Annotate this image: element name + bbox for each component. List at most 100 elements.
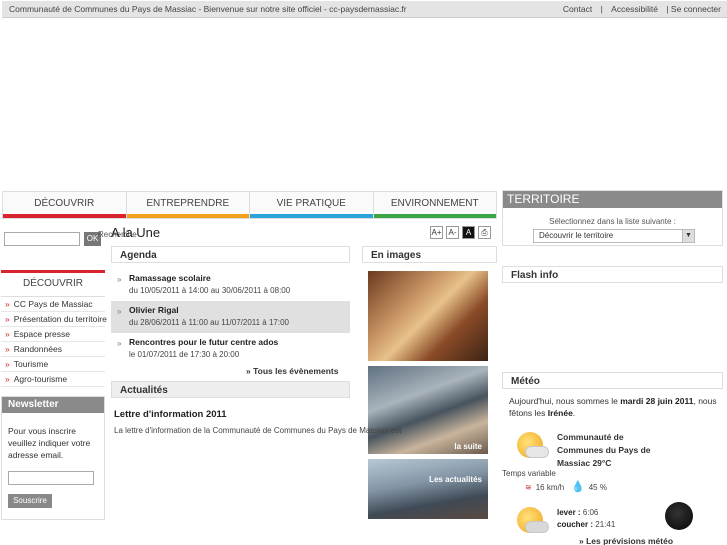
- event-date: le 01/07/2011 de 17:30 à 20:00: [129, 350, 240, 359]
- photo-thumbnail[interactable]: [368, 271, 488, 361]
- photo-thumbnail[interactable]: Les actualités: [368, 459, 488, 519]
- menu-item-label: Randonnées: [13, 344, 62, 354]
- event-title: Olivier Rigal: [129, 305, 179, 315]
- nav-environnement[interactable]: ENVIRONNEMENT: [373, 192, 496, 218]
- sunrise-icon: [515, 505, 549, 539]
- newsletter-title: Newsletter: [2, 397, 104, 413]
- all-events-link[interactable]: » Tous les évènements: [246, 366, 338, 376]
- chevron-right-icon: »: [5, 314, 10, 324]
- search-input[interactable]: [4, 232, 80, 246]
- territoire-title: TERRITOIRE: [503, 191, 722, 208]
- nav-vie-pratique[interactable]: VIE PRATIQUE: [250, 192, 374, 218]
- nav-label: DÉCOUVRIR: [34, 198, 95, 209]
- top-bar: Communauté de Communes du Pays de Massia…: [2, 1, 727, 18]
- wind-speed: 16 km/h: [535, 483, 565, 492]
- nav-label: ENTREPRENDRE: [146, 198, 230, 209]
- event-title: Ramassage scolaire: [129, 273, 211, 283]
- print-icon[interactable]: ⎙: [478, 226, 491, 239]
- event-item[interactable]: » Rencontres pour le futur centre ados l…: [111, 333, 350, 365]
- partly-cloudy-icon: [515, 430, 549, 464]
- sunset-label: coucher :: [557, 520, 594, 529]
- font-decrease-button[interactable]: A-: [446, 226, 459, 239]
- menu-item-label: Espace presse: [13, 329, 70, 339]
- nav-label: ENVIRONNEMENT: [390, 198, 479, 209]
- chevron-right-icon: »: [117, 275, 122, 284]
- wind-info: ≋ 16 km/h: [525, 483, 564, 492]
- subscribe-button[interactable]: Souscrire: [8, 494, 52, 508]
- photo-thumbnail[interactable]: la suite: [368, 366, 488, 454]
- wind-icon: ≋: [525, 483, 532, 492]
- nav-decouvrir[interactable]: DÉCOUVRIR: [3, 192, 127, 218]
- newsletter-text: Pour vous inscrire veuillez indiquer vot…: [8, 426, 91, 460]
- email-field[interactable]: [8, 471, 94, 485]
- chevron-right-icon: »: [117, 307, 122, 316]
- event-item[interactable]: » Olivier Rigal du 28/06/2011 à 11:00 au…: [111, 301, 350, 333]
- chevron-right-icon: »: [117, 339, 122, 348]
- chevron-right-icon: »: [5, 359, 10, 369]
- territoire-hint: Sélectionnez dans la liste suivante :: [549, 217, 676, 226]
- menu-item[interactable]: » Agro-tourisme: [1, 372, 105, 387]
- menu-item[interactable]: » CC Pays de Massiac: [1, 297, 105, 312]
- images-box: En images: [362, 246, 497, 263]
- flash-title: Flash info: [502, 266, 723, 283]
- event-date: du 28/06/2011 à 11:00 au 11/07/2011 à 17…: [129, 318, 289, 327]
- news-section-title: Actualités: [111, 381, 350, 398]
- menu-item-label: CC Pays de Massiac: [13, 299, 93, 309]
- font-increase-button[interactable]: A+: [430, 226, 443, 239]
- humidity-info: 💧 45 %: [571, 480, 607, 493]
- menu-item[interactable]: » Espace presse: [1, 327, 105, 342]
- weather-condition: Temps variable: [502, 469, 556, 478]
- news-link[interactable]: Les actualités: [429, 475, 482, 484]
- top-links: Contact | Accessibilité | Se connecter: [557, 4, 721, 14]
- menu-item[interactable]: » Randonnées: [1, 342, 105, 357]
- menu-item-label: Tourisme: [13, 359, 49, 369]
- menu-item[interactable]: » Tourisme: [1, 357, 105, 372]
- nav-color-bar: [373, 214, 496, 218]
- news-box: Actualités: [111, 381, 350, 398]
- territoire-selected: Découvrir le territoire: [539, 231, 614, 240]
- menu-item[interactable]: » Présentation du territoire: [1, 312, 107, 327]
- news-body: La lettre d'information de la Communauté…: [114, 426, 402, 435]
- nav-color-bar: [3, 214, 126, 218]
- sunrise-label: lever :: [557, 508, 581, 517]
- more-link[interactable]: la suite: [454, 442, 482, 451]
- chevron-right-icon: »: [5, 329, 10, 339]
- nav-label: VIE PRATIQUE: [276, 198, 346, 209]
- sun-times: lever : 6:06 coucher : 21:41: [557, 507, 615, 531]
- forecast-link[interactable]: » Les prévisions météo: [579, 536, 673, 545]
- menu-item-label: Présentation du territoire: [13, 314, 107, 324]
- welcome-text: Communauté de Communes du Pays de Massia…: [9, 4, 407, 14]
- event-title: Rencontres pour le futur centre ados: [129, 337, 279, 347]
- chevron-right-icon: »: [5, 299, 10, 309]
- sunset-time: 21:41: [595, 520, 616, 529]
- chevron-right-icon: »: [5, 374, 10, 384]
- weather-date: Aujourd'hui, nous sommes le mardi 28 jui…: [509, 396, 717, 418]
- main-nav: DÉCOUVRIR ENTREPRENDRE VIE PRATIQUE ENVI…: [2, 191, 497, 219]
- date-value: mardi 28 juin 2011: [620, 396, 694, 406]
- drop-icon: 💧: [571, 481, 585, 493]
- weather-title: Météo: [502, 372, 723, 389]
- news-title[interactable]: Lettre d'information 2011: [114, 409, 227, 420]
- text-tools: A+ A- A ⎙: [430, 226, 491, 239]
- weather-city: Communauté de Communes du Pays de Massia…: [557, 432, 651, 468]
- saint-name: Irénée: [547, 408, 573, 418]
- accessibility-link[interactable]: Accessibilité: [611, 4, 658, 14]
- contact-link[interactable]: Contact: [563, 4, 592, 14]
- date-prefix: Aujourd'hui, nous sommes le: [509, 396, 621, 406]
- chevron-down-icon: ▼: [682, 230, 694, 242]
- login-link[interactable]: | Se connecter: [666, 4, 721, 14]
- nav-entreprendre[interactable]: ENTREPRENDRE: [126, 192, 250, 218]
- humidity-value: 45 %: [588, 483, 607, 492]
- page-title: A la Une: [111, 225, 161, 240]
- chevron-right-icon: »: [5, 344, 10, 354]
- event-item[interactable]: » Ramassage scolaire du 10/05/2011 à 14:…: [111, 269, 350, 301]
- agenda-box: Agenda » Ramassage scolaire du 10/05/201…: [111, 246, 350, 365]
- separator: |: [600, 4, 603, 14]
- flash-box: Flash info: [502, 266, 723, 283]
- sunrise-time: 6:06: [582, 508, 599, 517]
- agenda-title: Agenda: [111, 246, 350, 263]
- territoire-select[interactable]: Découvrir le territoire ▼: [533, 229, 695, 243]
- moon-icon: [665, 502, 693, 530]
- contrast-button[interactable]: A: [462, 226, 475, 239]
- event-date: du 10/05/2011 à 14:00 au 30/06/2011 à 08…: [129, 286, 291, 295]
